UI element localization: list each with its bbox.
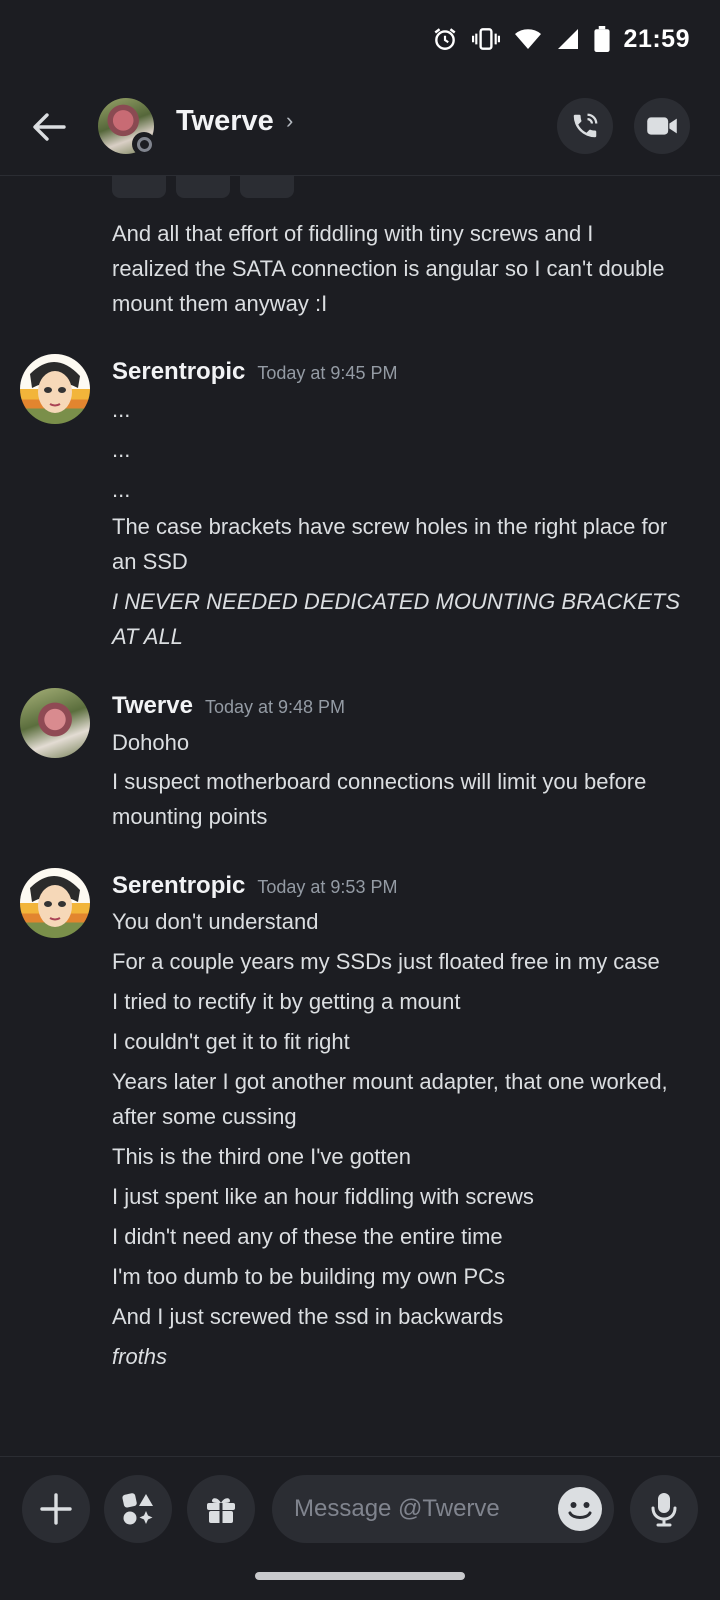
- message-line: mounting points: [112, 804, 268, 829]
- message-text: And all that effort of fiddling with tin…: [112, 216, 702, 321]
- emoji-icon: [568, 1502, 592, 1519]
- signal-icon: [557, 29, 578, 49]
- message-text: I just spent like an hour fiddling with …: [112, 1184, 534, 1209]
- message-line: AT ALL: [112, 624, 183, 649]
- alarm-icon: [434, 28, 456, 50]
- message-text: For a couple years my SSDs just floated …: [112, 949, 660, 974]
- channel-name[interactable]: Twerve: [176, 105, 274, 138]
- author-name[interactable]: Twerve: [112, 692, 193, 720]
- message-line: realized the SATA connection is angular …: [112, 256, 665, 281]
- back-arrow-icon: [33, 113, 66, 141]
- message-text: I'm too dumb to be building my own PCs: [112, 1264, 506, 1289]
- message-text: You don't understand: [112, 909, 319, 934]
- message-text: Dohoho: [112, 730, 190, 755]
- video-call-button[interactable]: [634, 98, 690, 154]
- avatar-art: [30, 361, 80, 413]
- author-name[interactable]: Serentropic: [112, 358, 245, 386]
- message-text: ...: [112, 397, 131, 422]
- message-line: Years later I got another mount adapter,…: [112, 1069, 668, 1094]
- message-line: an SSD: [112, 549, 188, 574]
- message-header: Serentropic Today at 9:53 PM: [112, 872, 397, 900]
- apps-icon: [122, 1493, 153, 1525]
- message-text: I didn't need any of these the entire ti…: [112, 1224, 503, 1249]
- message-line: I NEVER NEEDED DEDICATED MOUNTING BRACKE…: [112, 589, 680, 614]
- message-line: I suspect motherboard connections will l…: [112, 769, 647, 794]
- avatar[interactable]: [20, 688, 90, 758]
- message-header: Serentropic Today at 9:45 PM: [112, 358, 397, 386]
- clock: 21:59: [623, 24, 690, 53]
- message-text: I tried to rectify it by getting a mount: [112, 989, 461, 1014]
- status-bar: 21:59: [0, 0, 720, 78]
- message-text: The case brackets have screw holes in th…: [112, 509, 702, 579]
- avatar[interactable]: [20, 354, 90, 424]
- message-line: The case brackets have screw holes in th…: [112, 514, 668, 539]
- message-list[interactable]: And all that effort of fiddling with tin…: [0, 176, 720, 1456]
- message-header: Twerve Today at 9:48 PM: [112, 692, 345, 720]
- gift-icon: [207, 1498, 235, 1523]
- chevron-right-icon[interactable]: ›: [286, 108, 293, 134]
- message-line: And all that effort of fiddling with tin…: [112, 221, 594, 246]
- timestamp: Today at 9:48 PM: [204, 697, 346, 717]
- message-text: I NEVER NEEDED DEDICATED MOUNTING BRACKE…: [112, 584, 702, 654]
- gift-button[interactable]: [187, 1475, 255, 1543]
- message-line: after some cussing: [112, 1104, 297, 1129]
- message-text: I couldn't get it to fit right: [112, 1029, 350, 1054]
- video-camera-icon: [647, 117, 677, 135]
- call-button[interactable]: [557, 98, 613, 154]
- reaction-chip[interactable]: [112, 176, 166, 198]
- reaction-row: [112, 176, 294, 198]
- message-text: I suspect motherboard connections will l…: [112, 764, 702, 834]
- message-text: This is the third one I've gotten: [112, 1144, 411, 1169]
- avatar[interactable]: [20, 868, 90, 938]
- emoji-button[interactable]: [558, 1487, 602, 1531]
- timestamp: Today at 9:45 PM: [257, 363, 398, 383]
- message-line: mount them anyway :I: [112, 291, 328, 316]
- attach-button[interactable]: [22, 1475, 90, 1543]
- voice-message-button[interactable]: [630, 1475, 698, 1543]
- vibrate-icon: [471, 28, 500, 50]
- phone-call-icon: [573, 113, 598, 138]
- avatar-art: [30, 875, 80, 927]
- message-text: And I just screwed the ssd in backwards: [112, 1304, 504, 1329]
- author-name[interactable]: Serentropic: [112, 872, 245, 900]
- message-text: Years later I got another mount adapter,…: [112, 1064, 702, 1134]
- plus-icon: [40, 1493, 72, 1525]
- timestamp: Today at 9:53 PM: [257, 877, 398, 897]
- reaction-chip[interactable]: [240, 176, 294, 198]
- message-text: ...: [112, 477, 131, 502]
- home-indicator[interactable]: [255, 1572, 465, 1580]
- microphone-icon: [651, 1493, 677, 1527]
- wifi-icon: [514, 29, 541, 49]
- message-text: froths: [112, 1344, 168, 1369]
- offline-status-icon: [132, 132, 156, 156]
- back-button[interactable]: [26, 104, 72, 150]
- battery-icon: [593, 26, 610, 52]
- message-text: ...: [112, 437, 131, 462]
- reaction-chip[interactable]: [176, 176, 230, 198]
- apps-button[interactable]: [104, 1475, 172, 1543]
- dm-header: Twerve ›: [0, 78, 720, 176]
